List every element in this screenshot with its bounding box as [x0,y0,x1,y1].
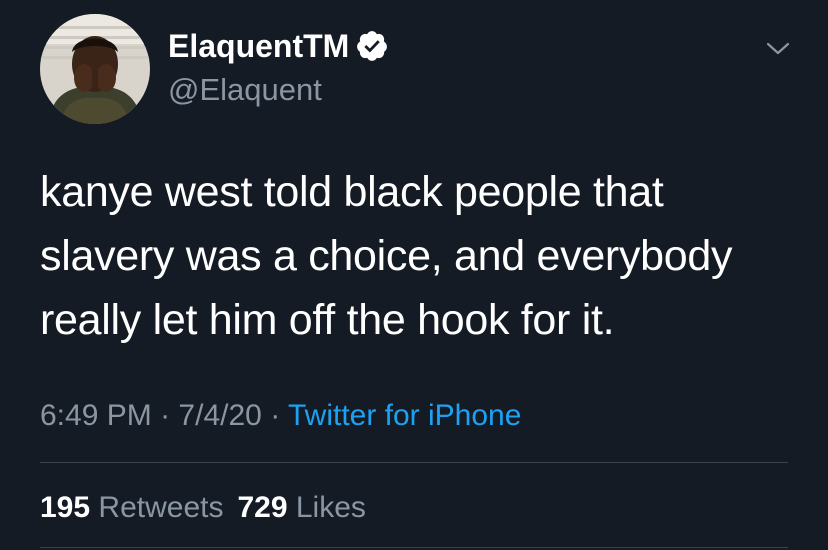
tweet-source-link[interactable]: Twitter for iPhone [288,399,521,432]
display-name-text: ElaquentTM [168,28,350,64]
meta-separator: · [160,399,171,432]
tweet-metadata: 6:49 PM · 7/4/20 · Twitter for iPhone [40,396,521,436]
tweet-stats: 195 Retweets 729 Likes [40,488,366,528]
author-display-name[interactable]: ElaquentTM [168,26,389,66]
divider [40,462,788,463]
likes-label: Likes [295,491,366,524]
avatar-image [40,14,150,124]
chevron-down-icon[interactable] [762,36,794,60]
meta-separator: · [270,399,281,432]
tweet-text: kanye west told black people that slaver… [40,168,733,344]
retweets-label: Retweets [98,491,224,524]
likes-stat[interactable]: 729 Likes [237,491,365,524]
likes-count: 729 [237,491,288,524]
verified-badge-icon [355,29,389,63]
retweets-count: 195 [40,491,91,524]
retweets-stat[interactable]: 195 Retweets [40,491,223,524]
bottom-divider [40,547,788,548]
tweet-date[interactable]: 7/4/20 [178,399,261,432]
avatar[interactable] [40,14,150,124]
author-handle[interactable]: @Elaquent [168,70,322,110]
tweet-time[interactable]: 6:49 PM [40,399,152,432]
